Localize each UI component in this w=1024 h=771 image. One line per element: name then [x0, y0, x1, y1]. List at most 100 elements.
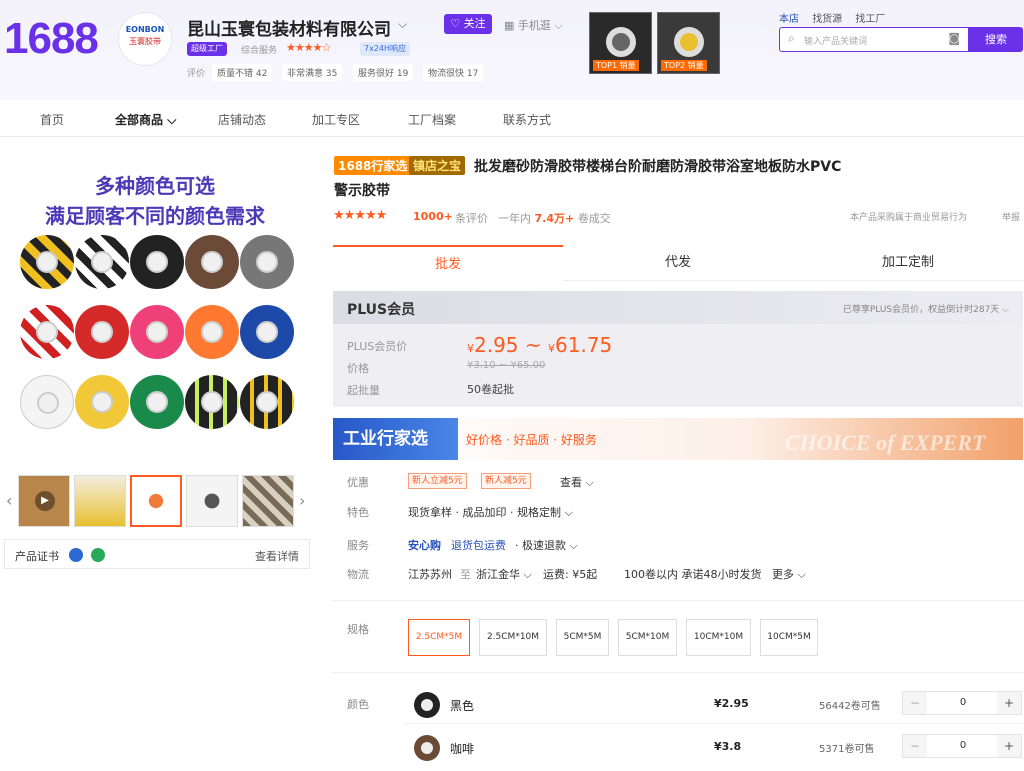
logistics-more[interactable]: 更多 ⌵	[772, 566, 806, 582]
plus-button[interactable]: +	[997, 692, 1021, 714]
thumbnail-selected[interactable]	[130, 475, 182, 527]
chevron-left-icon[interactable]: ‹	[6, 491, 12, 510]
sales-prefix: 一年内	[498, 212, 531, 225]
product-title: 批发磨砂防滑胶带楼梯台阶耐磨防滑胶带浴室地板防水PVC	[474, 159, 842, 175]
service-label: 综合服务	[241, 46, 278, 56]
mobile-link[interactable]: ▦ 手机逛 ⌵	[504, 17, 563, 33]
review-tag: 物流很快 17	[423, 64, 484, 81]
features[interactable]: 现货拿样 · 成品加印 · 规格定制 ⌵	[408, 504, 573, 520]
ship-from: 江苏苏州	[408, 568, 452, 581]
spec-option[interactable]: 2.5CM*10M	[479, 619, 547, 656]
nav-processing[interactable]: 加工专区	[312, 111, 360, 128]
nav-all-products[interactable]: 全部商品 ⌵	[115, 111, 176, 128]
service-refund[interactable]: · 极速退款 ⌵	[515, 537, 578, 553]
expert-choice-tag: 1688行家选	[334, 156, 412, 175]
review-count[interactable]: 1000+	[413, 210, 453, 223]
mobile-label: 手机逛	[517, 19, 551, 32]
sales-value: 7.4万+	[534, 212, 575, 225]
response-badge: 7x24H响应	[360, 42, 411, 56]
search-button[interactable]: 搜索	[969, 27, 1023, 52]
follow-button[interactable]: ♡ 关注	[444, 14, 492, 34]
ship-to[interactable]: 浙江金华 ⌵	[476, 566, 532, 582]
thumbnail[interactable]	[242, 475, 294, 527]
minus-button[interactable]: −	[903, 692, 927, 714]
expert-title: 工业行家选	[333, 418, 458, 460]
color-price: ¥2.95	[714, 697, 749, 710]
coupon[interactable]: 新人减5元	[481, 473, 531, 489]
camera-icon[interactable]: ◙	[948, 31, 960, 45]
chevron-down-icon[interactable]: ⌵	[398, 17, 407, 32]
purchase-tabs: 批发 代发 加工定制	[333, 245, 1023, 281]
top-header: 1688 EONBON 玉寰胶带 昆山玉寰包装材料有限公司 ⌵ ♡ 关注 ▦ 手…	[0, 0, 1024, 100]
quantity-input[interactable]: 0	[927, 735, 999, 757]
certificate-label: 产品证书	[15, 550, 59, 563]
shop-name[interactable]: 昆山玉寰包装材料有限公司	[187, 15, 391, 40]
nav-home[interactable]: 首页	[40, 111, 64, 128]
top-product-image[interactable]: TOP2 销量	[657, 12, 720, 74]
tab-custom[interactable]: 加工定制	[793, 245, 1023, 281]
video-thumbnail[interactable]: ▶	[18, 475, 70, 527]
link-find-factory[interactable]: 找工厂	[855, 14, 885, 25]
store-treasure-tag: 镇店之宝	[409, 156, 466, 175]
color-row: 黑色 ¥2.95 56442卷可售 − 0 +	[404, 684, 1024, 724]
expert-bg-text: CHOICE of EXPERT	[785, 430, 986, 455]
shipping-fee: 运费: ¥5起	[543, 568, 598, 581]
link-find-goods[interactable]: 找货源	[812, 14, 842, 25]
offer-more-label: 查看	[560, 476, 582, 489]
service-safe-buy[interactable]: 安心购	[408, 537, 441, 553]
sales-suffix: 卷成交	[577, 212, 611, 225]
minus-button[interactable]: −	[903, 735, 927, 757]
thumbnail[interactable]	[74, 475, 126, 527]
service-row-label: 服务	[347, 539, 369, 552]
tab-wholesale[interactable]: 批发	[333, 245, 563, 281]
view-details-link[interactable]: 查看详情	[255, 548, 299, 564]
color-swatch	[414, 735, 440, 761]
spec-option[interactable]: 5CM*10M	[618, 619, 677, 656]
plus-note[interactable]: 已尊享PLUS会员价，权益倒计时287天 ⌵	[843, 302, 1009, 315]
service-return-shipping[interactable]: 退货包运费	[451, 537, 506, 553]
leaf-icon	[91, 548, 105, 562]
main-product-image[interactable]: 多种颜色可选 满足顾客不同的颜色需求	[0, 150, 310, 465]
thumbnail-strip: ‹ ▶ ›	[0, 475, 320, 529]
nav-factory[interactable]: 工厂档案	[408, 111, 456, 128]
color-label: 颜色	[347, 698, 369, 711]
shop-logo[interactable]: EONBON 玉寰胶带	[118, 12, 172, 66]
original-price-label: 价格	[347, 362, 369, 375]
shop-nav: 首页 全部商品 ⌵ 店铺动态 加工专区 工厂档案 联系方式	[0, 100, 1024, 137]
banner-line2: 满足顾客不同的颜色需求	[45, 204, 265, 228]
chevron-right-icon[interactable]: ›	[299, 491, 305, 510]
spec-option-selected[interactable]: 2.5CM*5M	[408, 619, 470, 656]
features-text: 现货拿样 · 成品加印 · 规格定制	[408, 506, 561, 519]
offer-more[interactable]: 查看 ⌵	[560, 474, 594, 490]
plus-header: PLUS会员 已尊享PLUS会员价，权益倒计时287天 ⌵	[333, 291, 1023, 324]
expert-banner: 工业行家选 好价格 · 好品质 · 好服务 CHOICE of EXPERT	[333, 418, 1023, 460]
color-swatch	[414, 692, 440, 718]
spec-option[interactable]: 10CM*10M	[686, 619, 751, 656]
review-tag: 服务很好 19	[353, 64, 414, 81]
thumbnail[interactable]	[186, 475, 238, 527]
logistics-more-label: 更多	[772, 568, 794, 581]
review-label: 条评价	[455, 212, 488, 225]
search-placeholder: 输入产品关键词	[804, 37, 868, 47]
logistics-label: 物流	[347, 568, 369, 581]
top-product-image[interactable]: TOP1 销量	[589, 12, 652, 74]
search-icon: ⌕	[788, 31, 795, 45]
color-name: 黑色	[450, 699, 475, 713]
search-input[interactable]: ⌕ 输入产品关键词 ◙	[779, 27, 969, 52]
header-links: 本店 找货源 找工厂	[779, 10, 895, 25]
report-link[interactable]: 举报	[1002, 210, 1020, 223]
tab-dropship[interactable]: 代发	[563, 245, 793, 281]
ship-to-label: 浙江金华	[476, 568, 520, 581]
nav-contact[interactable]: 联系方式	[503, 111, 551, 128]
color-name: 咖啡	[450, 742, 475, 756]
plus-button[interactable]: +	[997, 735, 1021, 757]
spec-option[interactable]: 5CM*5M	[556, 619, 609, 656]
coupon[interactable]: 新人立减5元	[408, 473, 467, 489]
play-icon: ▶	[35, 491, 55, 511]
quantity-input[interactable]: 0	[927, 692, 999, 714]
site-logo[interactable]: 1688	[4, 14, 99, 64]
nav-news[interactable]: 店铺动态	[218, 111, 266, 128]
spec-option[interactable]: 10CM*5M	[760, 619, 818, 656]
link-this-store[interactable]: 本店	[779, 14, 799, 25]
plus-title: PLUS会员	[347, 302, 416, 318]
